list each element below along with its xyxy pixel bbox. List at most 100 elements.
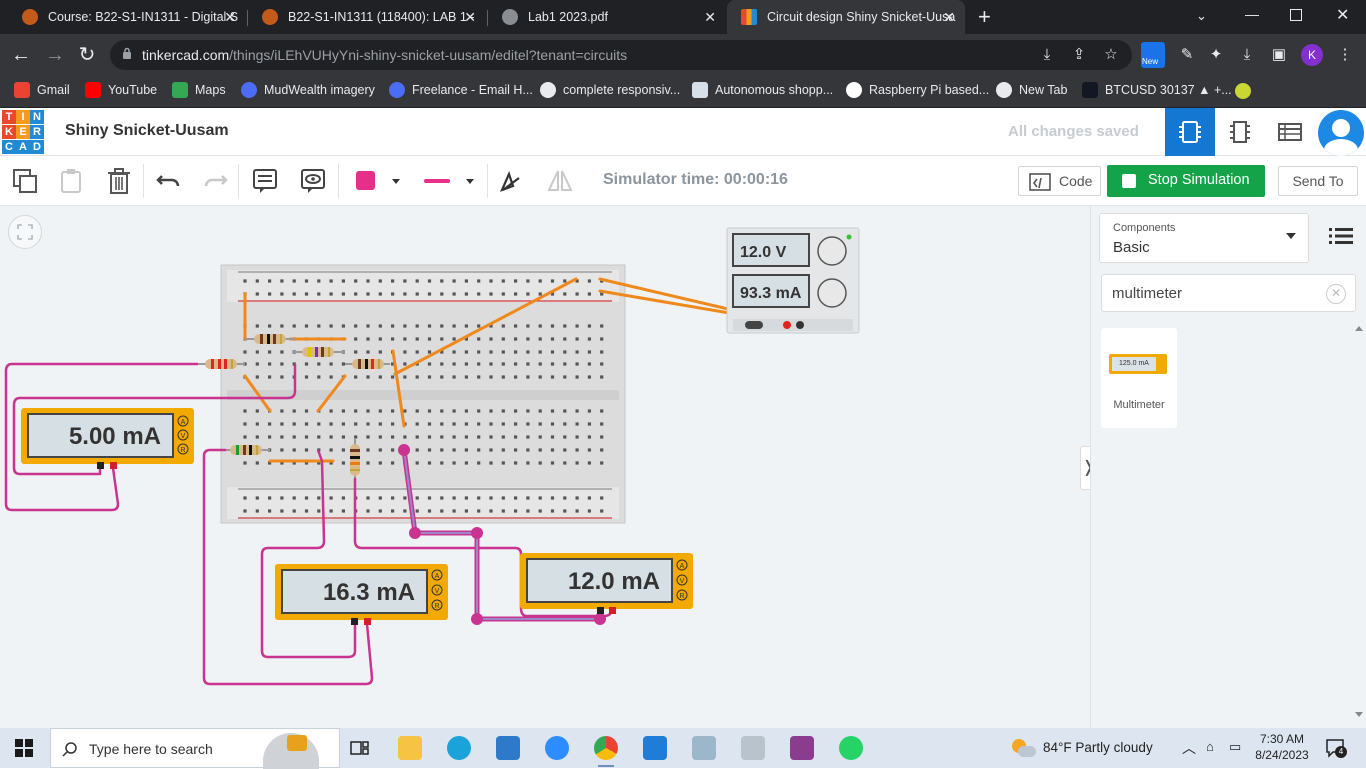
breadboard-hole[interactable] [452, 496, 456, 500]
browser-tab-lab[interactable]: B22-S1-IN1311 (118400): LAB 1 - ✕ [248, 0, 486, 34]
breadboard-hole[interactable] [489, 375, 493, 379]
breadboard-hole[interactable] [403, 350, 407, 354]
breadboard-hole[interactable] [477, 350, 481, 354]
breadboard-hole[interactable] [575, 337, 579, 341]
breadboard-hole[interactable] [489, 362, 493, 366]
breadboard-hole[interactable] [268, 279, 272, 283]
breadboard-hole[interactable] [550, 422, 555, 426]
breadboard-hole[interactable] [550, 409, 555, 413]
breadboard-hole[interactable] [304, 422, 309, 426]
breadboard-hole[interactable] [600, 337, 604, 341]
breadboard-hole[interactable] [304, 324, 309, 328]
minimize-icon[interactable]: — [1245, 6, 1259, 24]
schematic-view-button[interactable] [1215, 108, 1265, 156]
breadboard-hole[interactable] [501, 509, 505, 513]
breadboard-hole[interactable] [600, 362, 604, 366]
clear-search-icon[interactable]: ✕ [1326, 284, 1346, 304]
breadboard-hole[interactable] [354, 337, 358, 341]
breadboard-hole[interactable] [329, 496, 333, 500]
taskbar-search-box[interactable]: Type here to search [50, 728, 340, 769]
breadboard-hole[interactable] [366, 509, 370, 513]
multimeter[interactable]: 16.3 mA A V R [275, 564, 448, 625]
file-explorer-icon[interactable] [398, 736, 422, 760]
breadboard-hole[interactable] [464, 324, 468, 328]
breadboard-hole[interactable] [280, 496, 284, 500]
lemon-extension-icon[interactable] [1235, 83, 1251, 99]
breadboard-hole[interactable] [452, 422, 456, 426]
breadboard-hole[interactable] [440, 496, 444, 500]
bookmark-freelance[interactable]: Freelance - Email H... [389, 82, 533, 98]
breadboard-hole[interactable] [255, 509, 259, 513]
breadboard-hole[interactable] [427, 448, 432, 452]
breadboard-hole[interactable] [526, 324, 530, 328]
copy-icon[interactable] [10, 166, 40, 196]
breadboard-hole[interactable] [501, 350, 505, 354]
design-title[interactable]: Shiny Snicket-Uusam [65, 122, 229, 140]
breadboard-hole[interactable] [378, 461, 382, 465]
breadboard-hole[interactable] [514, 448, 518, 452]
breadboard-hole[interactable] [575, 448, 579, 452]
breadboard-hole[interactable] [366, 292, 370, 296]
close-tab-icon[interactable]: ✕ [464, 9, 476, 26]
forward-icon[interactable]: → [42, 42, 68, 68]
breadboard-hole[interactable] [378, 337, 382, 341]
breadboard-hole[interactable] [489, 409, 493, 413]
breadboard-hole[interactable] [587, 422, 591, 426]
breadboard-hole[interactable] [501, 337, 505, 341]
breadboard-hole[interactable] [526, 362, 530, 366]
breadboard-hole[interactable] [538, 292, 542, 296]
breadboard-hole[interactable] [501, 375, 505, 379]
breadboard-hole[interactable] [538, 422, 542, 426]
breadboard-hole[interactable] [268, 350, 272, 354]
breadboard-hole[interactable] [526, 409, 530, 413]
breadboard-hole[interactable] [329, 324, 333, 328]
breadboard-hole[interactable] [587, 362, 591, 366]
bookmark-newtab[interactable]: New Tab [996, 82, 1067, 98]
breadboard-hole[interactable] [341, 279, 345, 283]
breadboard-hole[interactable] [600, 448, 604, 452]
breadboard-hole[interactable] [514, 496, 518, 500]
breadboard-hole[interactable] [427, 279, 432, 283]
breadboard-hole[interactable] [341, 435, 345, 439]
breadboard-hole[interactable] [378, 509, 382, 513]
zoom-icon[interactable] [545, 736, 569, 760]
breadboard-hole[interactable] [489, 279, 493, 283]
breadboard-hole[interactable] [600, 422, 604, 426]
breadboard-hole[interactable] [452, 279, 456, 283]
breadboard-hole[interactable] [563, 435, 567, 439]
breadboard-hole[interactable] [501, 279, 505, 283]
breadboard-hole[interactable] [268, 292, 272, 296]
breadboard-hole[interactable] [317, 422, 321, 426]
breadboard-hole[interactable] [477, 279, 481, 283]
breadboard-hole[interactable] [550, 279, 555, 283]
breadboard-hole[interactable] [280, 350, 284, 354]
breadboard-hole[interactable] [477, 496, 481, 500]
extension-new-icon[interactable]: New [1141, 42, 1165, 68]
breadboard-hole[interactable] [538, 362, 542, 366]
breadboard-hole[interactable] [575, 375, 579, 379]
breadboard-hole[interactable] [304, 375, 309, 379]
breadboard-hole[interactable] [575, 292, 579, 296]
breadboard-hole[interactable] [255, 375, 259, 379]
breadboard-hole[interactable] [550, 362, 555, 366]
breadboard-hole[interactable] [464, 496, 468, 500]
bookmark-raspberry[interactable]: Raspberry Pi based... [846, 82, 989, 98]
stop-simulation-button[interactable]: Stop Simulation [1107, 165, 1265, 197]
flip-icon[interactable] [545, 166, 575, 196]
chevron-up-icon[interactable]: ︿ [1182, 738, 1196, 758]
breadboard-hole[interactable] [415, 422, 419, 426]
bookmark-gmail[interactable]: Gmail [14, 82, 70, 98]
breadboard-hole[interactable] [304, 448, 309, 452]
breadboard-hole[interactable] [292, 292, 296, 296]
breadboard-hole[interactable] [489, 337, 493, 341]
rotate-icon[interactable] [495, 166, 525, 196]
breadboard-hole[interactable] [243, 435, 247, 439]
breadboard-hole[interactable] [366, 422, 370, 426]
breadboard-hole[interactable] [526, 461, 530, 465]
breadboard-hole[interactable] [292, 509, 296, 513]
breadboard-hole[interactable] [280, 448, 284, 452]
breadboard-hole[interactable] [452, 337, 456, 341]
breadboard-hole[interactable] [427, 362, 432, 366]
breadboard-hole[interactable] [600, 375, 604, 379]
breadboard-hole[interactable] [378, 350, 382, 354]
